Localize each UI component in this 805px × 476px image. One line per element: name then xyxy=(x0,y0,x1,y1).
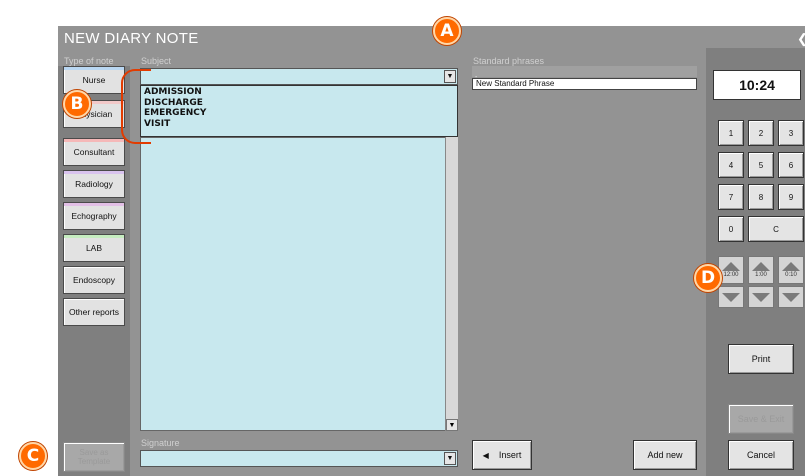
keypad-6[interactable]: 6 xyxy=(778,152,804,178)
step-label: 12:00 xyxy=(723,272,739,278)
callout-d-marker: D xyxy=(694,264,722,292)
step-label: 0:10 xyxy=(785,272,797,278)
diary-note-window: NEW DIARY NOTE ❮ Type of note Nurse Phys… xyxy=(58,26,805,476)
cancel-button[interactable]: Cancel xyxy=(728,440,794,470)
insert-button[interactable]: ◀ Insert xyxy=(472,440,532,470)
decrement-1h-button[interactable] xyxy=(748,286,774,308)
keypad-5[interactable]: 5 xyxy=(748,152,774,178)
time-display: 10:24 xyxy=(713,70,801,100)
callout-c-marker: C xyxy=(19,442,47,470)
keypad-4[interactable]: 4 xyxy=(718,152,744,178)
step-label: 1:00 xyxy=(755,272,767,278)
insert-label: Insert xyxy=(498,450,522,460)
signature-label: Signature xyxy=(141,438,180,448)
keypad-8[interactable]: 8 xyxy=(748,184,774,210)
standard-phrases-label: Standard phrases xyxy=(473,56,545,66)
type-button-label: Radiology xyxy=(75,179,113,189)
type-button-label: Consultant xyxy=(73,147,115,157)
type-button-label: Echography xyxy=(71,211,117,221)
note-text-scrollbar[interactable]: ▼ xyxy=(445,137,458,431)
subject-option-visit[interactable]: VISIT xyxy=(144,119,454,130)
subject-option-admission[interactable]: ADMISSION xyxy=(144,87,454,98)
type-button-label: LAB xyxy=(85,243,103,253)
add-new-button[interactable]: Add new xyxy=(633,440,697,470)
print-button[interactable]: Print xyxy=(728,344,794,374)
arrow-down-icon xyxy=(752,292,770,302)
increment-12h-button[interactable]: 12:00 xyxy=(718,256,744,284)
keypad-0[interactable]: 0 xyxy=(718,216,744,242)
keypad-3[interactable]: 3 xyxy=(778,120,804,146)
subject-dropdown-list: ADMISSION DISCHARGE EMERGENCY VISIT xyxy=(140,85,458,137)
scroll-down-icon[interactable]: ▼ xyxy=(446,419,458,431)
type-color-strip xyxy=(64,203,124,206)
arrow-up-icon xyxy=(752,262,770,271)
type-color-strip xyxy=(64,235,124,238)
decrement-12h-button[interactable] xyxy=(718,286,744,308)
chevron-left-icon[interactable]: ❮ xyxy=(797,31,805,47)
arrow-up-icon xyxy=(722,262,740,271)
type-button-lab[interactable]: LAB xyxy=(63,234,125,262)
decrement-10m-button[interactable] xyxy=(778,286,804,308)
callout-b-bracket xyxy=(121,69,151,144)
type-of-note-column: Nurse Physician Consultant Radiology Ech… xyxy=(58,66,130,476)
keypad-2[interactable]: 2 xyxy=(748,120,774,146)
keypad-9[interactable]: 9 xyxy=(778,184,804,210)
chevron-down-icon[interactable]: ▼ xyxy=(444,70,456,83)
chevron-left-icon: ◀ xyxy=(482,450,489,460)
keypad-1[interactable]: 1 xyxy=(718,120,744,146)
type-button-radiology[interactable]: Radiology xyxy=(63,170,125,198)
arrow-down-icon xyxy=(722,292,740,302)
subject-combo[interactable]: ▼ xyxy=(140,68,458,85)
subject-label: Subject xyxy=(141,56,172,66)
note-text-area[interactable] xyxy=(140,137,458,431)
window-title: NEW DIARY NOTE xyxy=(64,30,199,47)
save-and-exit-button[interactable]: Save & Exit xyxy=(728,404,794,434)
keypad-clear[interactable]: C xyxy=(748,216,804,242)
subject-option-discharge[interactable]: DISCHARGE xyxy=(144,98,454,109)
type-button-label: Other reports xyxy=(68,307,120,317)
type-button-other-reports[interactable]: Other reports xyxy=(63,298,125,326)
chevron-down-icon[interactable]: ▼ xyxy=(444,452,456,465)
subject-option-emergency[interactable]: EMERGENCY xyxy=(144,108,454,119)
type-button-consultant[interactable]: Consultant xyxy=(63,138,125,166)
type-button-endoscopy[interactable]: Endoscopy xyxy=(63,266,125,294)
callout-a-marker: A xyxy=(433,17,461,45)
arrow-down-icon xyxy=(782,292,800,302)
increment-10m-button[interactable]: 0:10 xyxy=(778,256,804,284)
phrase-list-item[interactable]: New Standard Phrase xyxy=(472,78,697,90)
callout-b-marker: B xyxy=(63,90,91,118)
signature-combo[interactable]: ▼ xyxy=(140,450,458,467)
type-color-strip xyxy=(64,67,124,70)
keypad-7[interactable]: 7 xyxy=(718,184,744,210)
type-color-strip xyxy=(64,139,124,142)
phrase-header-row: - xyxy=(472,66,697,81)
type-of-note-label: Type of note xyxy=(64,56,114,66)
type-color-strip xyxy=(64,171,124,174)
increment-1h-button[interactable]: 1:00 xyxy=(748,256,774,284)
type-button-label: Nurse xyxy=(82,75,106,85)
type-button-echography[interactable]: Echography xyxy=(63,202,125,230)
type-button-label: Endoscopy xyxy=(72,275,116,285)
arrow-up-icon xyxy=(782,262,800,271)
save-as-template-button[interactable]: Save as Template xyxy=(63,442,125,472)
